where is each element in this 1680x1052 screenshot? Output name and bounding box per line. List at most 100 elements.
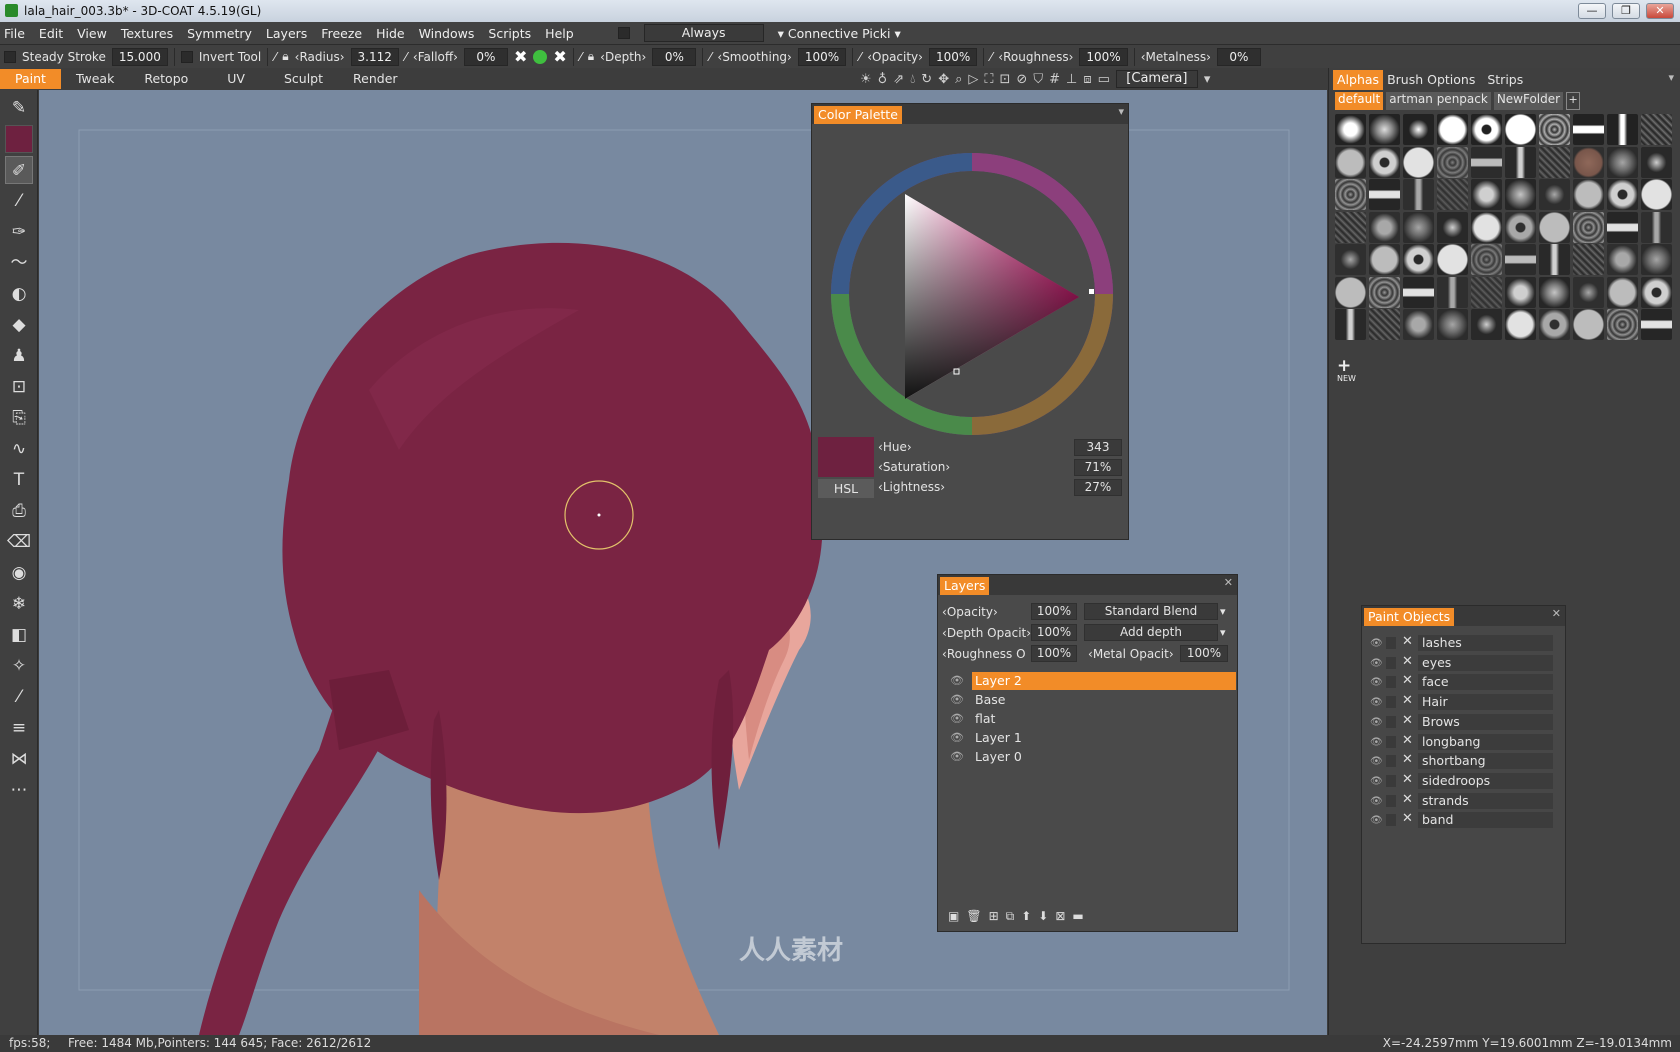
chevron-down-icon[interactable]: ▾ (1220, 626, 1226, 639)
visibility-eye-icon[interactable]: 👁︎ (1370, 737, 1386, 748)
lock-icon[interactable] (1386, 774, 1396, 787)
frame-icon[interactable]: ⧈ (1083, 72, 1091, 87)
pen-icon[interactable]: ⁄ (5, 187, 33, 215)
paint-object-row[interactable]: 👁︎ ✕ strands (1366, 792, 1556, 810)
alpha-brush-tip[interactable] (1505, 179, 1536, 210)
green-dot-icon[interactable] (533, 49, 548, 64)
lock-icon[interactable] (1386, 637, 1396, 649)
new-alpha-label[interactable]: NEW (1337, 374, 1356, 383)
menu-symmetry[interactable]: Symmetry (187, 26, 252, 41)
axis-icon[interactable]: ⊥ (1066, 72, 1077, 87)
visibility-eye-icon[interactable]: 👁︎ (950, 675, 966, 686)
depth-field[interactable]: 0% (652, 47, 697, 66)
paint-object-row[interactable]: 👁︎ ✕ longbang (1366, 733, 1556, 751)
alpha-brush-tip[interactable] (1505, 114, 1536, 145)
tab-render[interactable]: Render (338, 69, 413, 89)
saturation-field[interactable]: 71% (1074, 459, 1122, 476)
minimize-button[interactable]: — (1578, 3, 1606, 19)
paint-object-row[interactable]: 👁︎ ✕ face (1366, 673, 1556, 691)
stamp-icon[interactable]: ♟ (5, 342, 33, 370)
exclude-x-icon[interactable]: ✕ (1402, 772, 1413, 787)
clear-layer-icon[interactable]: ⊠ (1055, 909, 1065, 924)
paint-object-row[interactable]: 👁︎ ✕ sidedroops (1366, 772, 1556, 790)
alpha-brush-tip[interactable] (1607, 244, 1638, 275)
menu-help[interactable]: Help (545, 26, 574, 41)
smudge-icon[interactable]: ～ (5, 249, 33, 277)
merge-layer-icon[interactable]: ⊞ (989, 909, 999, 924)
alpha-brush-tip[interactable] (1573, 211, 1604, 243)
opacity-pen-icon[interactable]: ⁄ (859, 50, 861, 64)
roughness-field[interactable]: 100% (1079, 47, 1128, 66)
zoom-icon[interactable]: ⌕ (955, 72, 962, 87)
duplicate-layer-icon[interactable]: ⧉ (1006, 909, 1015, 924)
move-up-icon[interactable]: ⬆ (1021, 909, 1031, 924)
alpha-brush-tip[interactable] (1505, 146, 1536, 178)
depth-lock-icon[interactable]: 🔒︎ (588, 49, 594, 64)
view-icon[interactable]: ▷ (968, 72, 978, 87)
alpha-brush-tip[interactable] (1471, 244, 1502, 275)
paint-object-row[interactable]: 👁︎ ✕ shortbang (1366, 752, 1556, 770)
pan-icon[interactable]: ✥ (938, 72, 949, 87)
folder-artman-penpack[interactable]: artman penpack (1386, 92, 1491, 110)
menu-hide[interactable]: Hide (376, 26, 405, 41)
paint-object-row[interactable]: 👁︎ ✕ band (1366, 811, 1556, 829)
radius-field[interactable]: 3.112 (350, 47, 399, 66)
alpha-brush-tip[interactable] (1539, 276, 1570, 308)
alpha-brush-tip[interactable] (1573, 114, 1604, 145)
alpha-brush-tip[interactable] (1335, 244, 1366, 275)
exclude-x-icon[interactable]: ✕ (1402, 752, 1413, 767)
alpha-brush-tip[interactable] (1335, 146, 1366, 178)
visibility-eye-icon[interactable]: 👁︎ (1370, 815, 1386, 826)
pen-pressure-icon[interactable]: ⁄ (274, 50, 276, 64)
falloff-pen-icon[interactable]: ⁄ (405, 50, 407, 64)
tab-brush-options[interactable]: Brush Options (1383, 70, 1479, 90)
light-icon[interactable]: ☀ (860, 72, 872, 87)
lock-icon[interactable]: 🔒︎ (282, 49, 288, 64)
exclude-x-icon[interactable]: ✕ (1402, 693, 1413, 708)
alpha-brush-tip[interactable] (1403, 276, 1434, 308)
shield-icon[interactable]: ⛉ (1033, 72, 1043, 87)
folder-newfolder[interactable]: NewFolder (1493, 92, 1564, 110)
steady-stroke-field[interactable]: 15.000 (111, 47, 168, 66)
alpha-brush-tip[interactable] (1471, 309, 1502, 340)
alpha-brush-tip[interactable] (1607, 211, 1638, 243)
smoothing-field[interactable]: 100% (797, 47, 847, 66)
menu-textures[interactable]: Textures (121, 26, 173, 41)
menu-freeze[interactable]: Freeze (321, 26, 362, 41)
tab-sculpt[interactable]: Sculpt (260, 69, 338, 89)
folder-default[interactable]: default (1335, 92, 1384, 110)
alpha-brush-tip[interactable] (1607, 276, 1638, 308)
menu-scripts[interactable]: Scripts (488, 26, 531, 41)
alpha-brush-tip[interactable] (1539, 211, 1570, 243)
layer-row[interactable]: 👁︎ Layer 1 (946, 729, 1208, 747)
lock-icon[interactable] (1386, 755, 1396, 768)
transform-icon[interactable]: ⊡ (5, 373, 33, 401)
current-color-swatch[interactable] (818, 437, 874, 477)
layer-row[interactable]: 👁︎ Layer 0 (946, 748, 1208, 766)
ruler-icon[interactable]: ◧ (5, 621, 33, 649)
color-wheel[interactable] (827, 149, 1117, 439)
clear-x-icon[interactable]: ✖ (514, 47, 527, 66)
close-button[interactable]: ✕ (1646, 3, 1674, 19)
alpha-brush-tip[interactable] (1369, 309, 1400, 340)
visibility-eye-icon[interactable]: 👁︎ (950, 694, 966, 705)
visibility-eye-icon[interactable]: 👁︎ (1370, 717, 1386, 728)
alpha-brush-tip[interactable] (1607, 179, 1638, 210)
alpha-brush-tip[interactable] (1369, 244, 1400, 275)
exclude-x-icon[interactable]: ✕ (1402, 673, 1413, 688)
alpha-brush-tip[interactable] (1437, 276, 1468, 308)
alpha-brush-tip[interactable] (1471, 179, 1502, 210)
hue-marker[interactable] (1089, 289, 1094, 294)
alpha-brush-tip[interactable] (1607, 146, 1638, 178)
clone-icon[interactable]: ⎙ (5, 497, 33, 525)
alpha-brush-tip[interactable] (1607, 114, 1638, 145)
alpha-brush-tip[interactable] (1641, 179, 1672, 210)
paint-object-row[interactable]: 👁︎ ✕ Hair (1366, 693, 1556, 711)
alpha-brush-tip[interactable] (1471, 146, 1502, 178)
exclude-x-icon[interactable]: ✕ (1402, 634, 1413, 649)
hsl-mode-button[interactable]: HSL (818, 479, 874, 498)
curve-icon[interactable]: ∿ (5, 435, 33, 463)
alpha-brush-tip[interactable] (1641, 114, 1672, 145)
alpha-brush-tip[interactable] (1403, 309, 1434, 340)
freeze-icon[interactable]: ❄ (5, 590, 33, 618)
